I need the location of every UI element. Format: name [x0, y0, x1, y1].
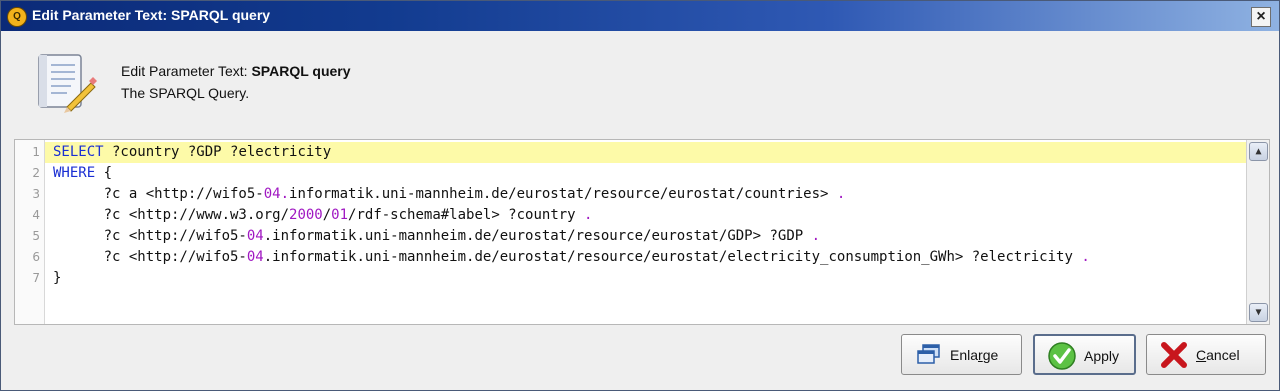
- line-number: 2: [32, 166, 40, 180]
- code-token: ?c <http://www.w3.org/: [53, 207, 290, 223]
- line-number: 5: [32, 229, 40, 243]
- code-line[interactable]: WHERE {: [53, 163, 112, 184]
- dialog-header: Edit Parameter Text: SPARQL query The SP…: [7, 33, 1273, 131]
- enlarge-label: Enlarge: [950, 347, 999, 363]
- apply-label: Apply: [1084, 348, 1120, 364]
- code-token: {: [95, 165, 113, 181]
- code-line[interactable]: ?c <http://wifo5-04.informatik.uni-mannh…: [53, 226, 820, 247]
- code-token: /: [322, 207, 332, 223]
- notepad-pencil-icon: [38, 54, 97, 113]
- dialog-window: Q Edit Parameter Text: SPARQL query × Ed…: [0, 0, 1280, 391]
- header-title: Edit Parameter Text: SPARQL query: [121, 63, 351, 79]
- code-token: ?c <http://wifo5-: [53, 228, 247, 244]
- code-token: .: [584, 207, 593, 223]
- code-line[interactable]: ?c a <http://wifo5-04.informatik.uni-man…: [53, 184, 846, 205]
- line-number: 4: [32, 208, 40, 222]
- code-token: ?c a <http://wifo5-: [53, 186, 264, 202]
- code-line[interactable]: ?c <http://wifo5-04.informatik.uni-mannh…: [53, 247, 1090, 268]
- keyword-token: SELECT: [53, 144, 104, 160]
- code-token: informatik.uni-mannheim.de/eurostat/reso…: [289, 186, 837, 202]
- app-icon: Q: [7, 7, 27, 27]
- red-x-icon: [1161, 342, 1187, 368]
- code-token: .: [1081, 249, 1090, 265]
- line-number-gutter: 1 2 3 4 5 6 7: [15, 140, 45, 324]
- scroll-down-icon[interactable]: ▼: [1249, 303, 1268, 322]
- cancel-label: Cancel: [1196, 347, 1240, 363]
- code-token: 04: [246, 249, 264, 265]
- code-token: 04.: [263, 186, 290, 202]
- checkmark-icon: [1048, 342, 1076, 370]
- enlarge-button[interactable]: Enlarge: [901, 334, 1022, 375]
- scroll-up-icon[interactable]: ▲: [1249, 142, 1268, 161]
- line-number: 7: [32, 271, 40, 285]
- line-number: 6: [32, 250, 40, 264]
- line-number: 1: [32, 145, 40, 159]
- close-button[interactable]: ×: [1251, 7, 1271, 27]
- window-title: Edit Parameter Text: SPARQL query: [32, 7, 271, 23]
- windows-icon: [917, 344, 940, 364]
- code-token: .: [836, 186, 846, 202]
- code-token: ?country ?GDP ?electricity: [103, 144, 332, 160]
- code-line[interactable]: }: [53, 268, 61, 289]
- code-token: .informatik.uni-mannheim.de/eurostat/res…: [263, 249, 1082, 265]
- code-token: 01: [331, 207, 349, 223]
- code-line[interactable]: ?c <http://www.w3.org/2000/01/rdf-schema…: [53, 205, 593, 226]
- code-token: 2000: [289, 207, 323, 223]
- header-description: The SPARQL Query.: [121, 85, 250, 101]
- code-token: 04: [246, 228, 264, 244]
- cancel-button[interactable]: Cancel: [1146, 334, 1266, 375]
- code-editor[interactable]: 1 2 3 4 5 6 7 SELECT ?country ?GDP ?electricit…: [14, 139, 1270, 325]
- code-line[interactable]: SELECT ?country ?GDP ?electricity: [53, 142, 331, 163]
- code-token: .: [811, 228, 821, 244]
- code-token: /rdf-schema#label> ?country: [348, 207, 585, 223]
- code-token: ?c <http://wifo5-: [53, 249, 247, 265]
- keyword-token: WHERE: [53, 165, 96, 181]
- vertical-scrollbar[interactable]: ▲ ▼: [1246, 140, 1269, 324]
- line-number: 3: [32, 187, 40, 201]
- apply-button[interactable]: Apply: [1033, 334, 1136, 375]
- code-token: .informatik.uni-mannheim.de/eurostat/res…: [263, 228, 812, 244]
- code-token: }: [53, 270, 62, 286]
- title-bar[interactable]: Q Edit Parameter Text: SPARQL query ×: [1, 1, 1279, 31]
